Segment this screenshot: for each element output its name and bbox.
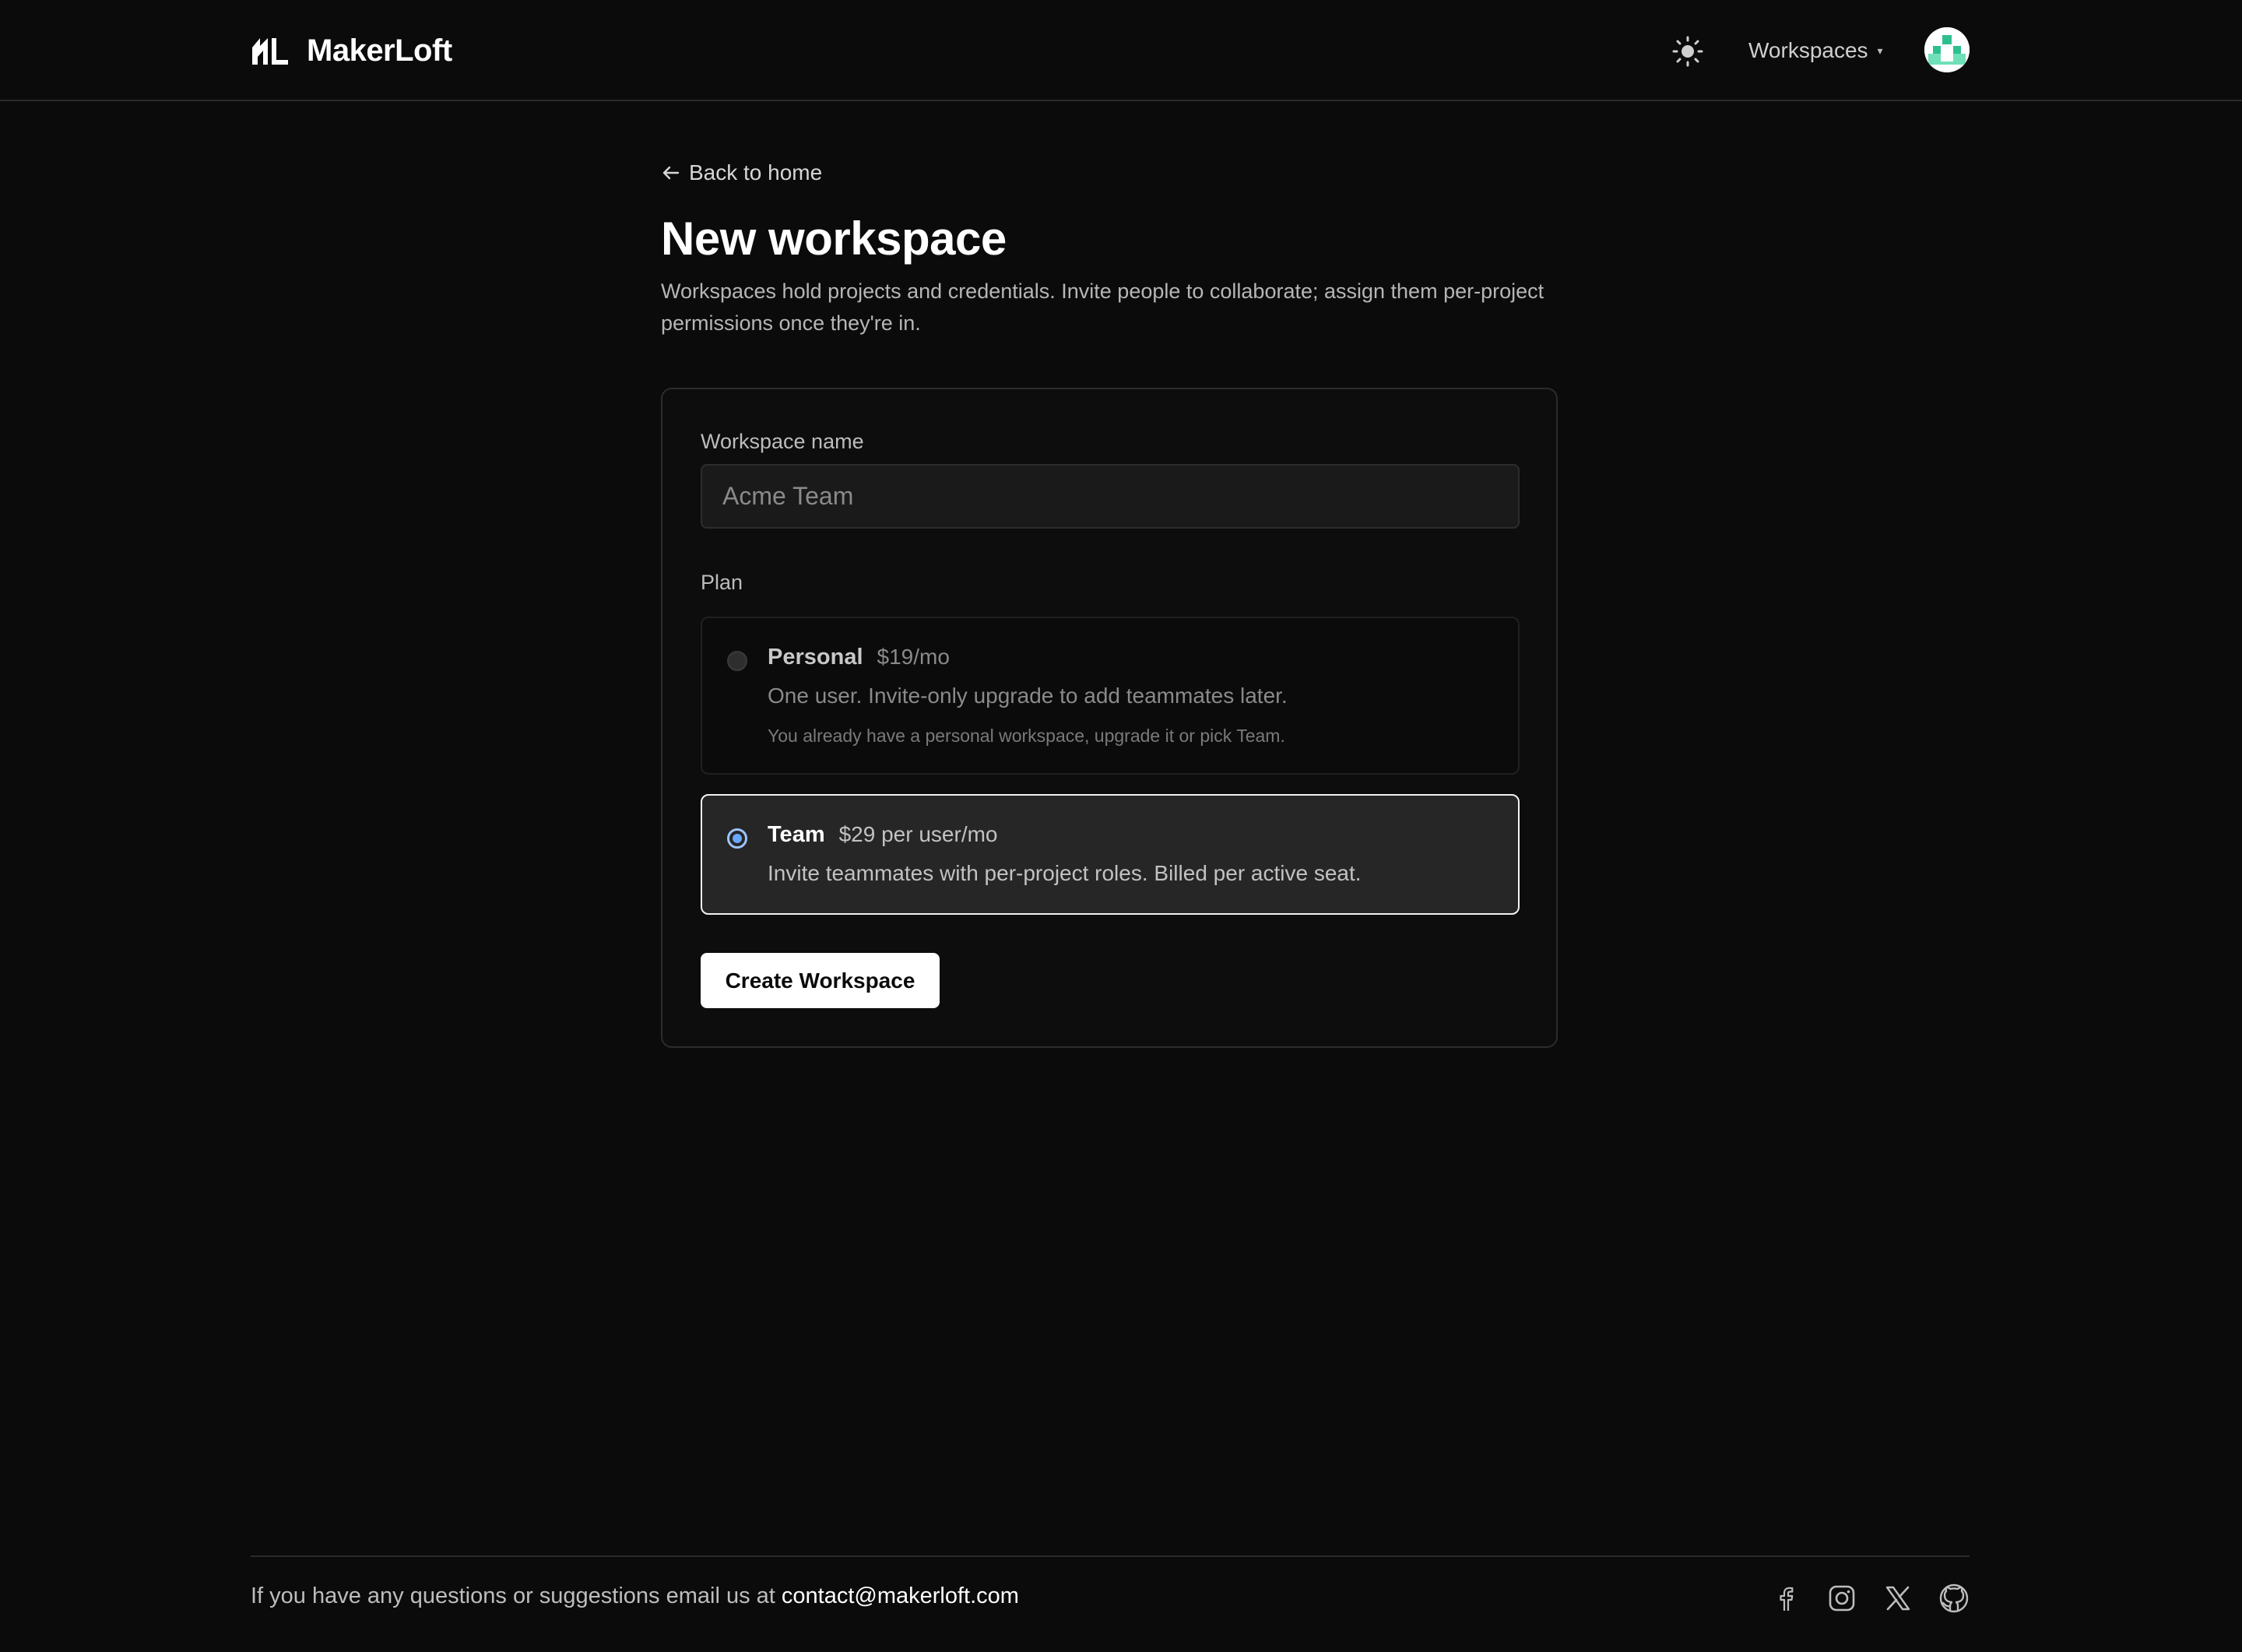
sun-icon (1672, 36, 1703, 67)
social-links (1770, 1583, 1970, 1614)
workspace-name-input[interactable] (701, 464, 1520, 529)
plan-header-team: Team $29 per user/mo (768, 822, 998, 848)
plan-description: One user. Invite-only upgrade to add tea… (768, 684, 1288, 708)
workspaces-label: Workspaces (1748, 38, 1868, 62)
plan-disabled-note: You already have a personal workspace, u… (768, 726, 1285, 746)
plan-header-personal: Personal $19/mo (768, 645, 950, 670)
chevron-down-icon: ▾ (1877, 44, 1883, 57)
makerloft-logo-icon (252, 38, 288, 65)
brand-home-link[interactable]: MakerLoft (251, 31, 452, 70)
footer-contact-text: If you have any questions or suggestions… (251, 1583, 1019, 1609)
page: MakerLoft Workspaces ▾ Back to home New … (0, 0, 2242, 1652)
plan-option-team[interactable]: Team $29 per user/mo Invite teammates wi… (701, 794, 1520, 915)
page-subtitle: Workspaces hold projects and credentials… (661, 279, 1544, 335)
arrow-left-icon (662, 166, 680, 180)
plan-name: Personal (768, 645, 863, 670)
facebook-link[interactable] (1770, 1583, 1801, 1614)
brand-name: MakerLoft (307, 33, 452, 68)
top-navbar: MakerLoft Workspaces ▾ (0, 0, 2242, 101)
github-icon (1939, 1583, 1969, 1613)
plan-price: $19/mo (877, 645, 950, 669)
plan-radio-team[interactable] (727, 828, 747, 849)
workspaces-dropdown[interactable]: Workspaces ▾ (1748, 33, 1883, 69)
footer-text: If you have any questions or suggestions… (251, 1583, 782, 1608)
footer: If you have any questions or suggestions… (251, 1555, 1970, 1652)
new-workspace-form: Workspace name Plan Personal $19/mo One … (661, 388, 1558, 1048)
back-link-label: Back to home (689, 160, 823, 185)
page-title: New workspace (661, 213, 1007, 265)
user-avatar[interactable] (1924, 27, 1970, 72)
plan-label: Plan (701, 571, 743, 594)
plan-name: Team (768, 822, 825, 847)
contact-email-link[interactable]: contact@makerloft.com (782, 1583, 1019, 1608)
workspace-name-label: Workspace name (701, 430, 864, 453)
facebook-icon (1780, 1587, 1794, 1611)
x-link[interactable] (1882, 1583, 1913, 1614)
plan-radio-personal (727, 651, 747, 671)
plan-description: Invite teammates with per-project roles.… (768, 861, 1362, 885)
avatar-icon (1924, 27, 1970, 72)
main-content: Back to home New workspace Workspaces ho… (661, 156, 1558, 1048)
instagram-link[interactable] (1826, 1583, 1857, 1614)
instagram-icon (1829, 1585, 1855, 1612)
create-workspace-button[interactable]: Create Workspace (701, 953, 940, 1008)
plan-price: $29 per user/mo (838, 822, 998, 846)
plan-option-personal: Personal $19/mo One user. Invite-only up… (701, 617, 1520, 775)
x-icon (1885, 1586, 1910, 1611)
github-link[interactable] (1938, 1583, 1970, 1614)
back-to-home-link[interactable]: Back to home (661, 156, 1558, 190)
theme-toggle-button[interactable] (1671, 34, 1705, 69)
